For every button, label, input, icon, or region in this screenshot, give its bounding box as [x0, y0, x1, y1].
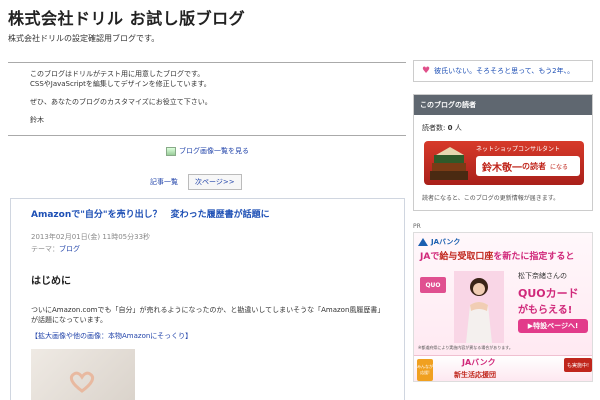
ad-bottom-brand: JAバンク [462, 358, 496, 367]
banner-subtitle: ネットショップコンサルタント [476, 146, 561, 153]
article-date: 2013年02月01日(金) 11時05分33秒 [31, 233, 151, 241]
article-title[interactable]: Amazonで"自分"を売り出し？ 変わった履歴書が話題に [31, 207, 404, 220]
article-theme: テーマ：ブログ [31, 244, 404, 254]
ad-bottom-badge: も実施中! [564, 358, 592, 372]
intro-line: このブログはドリルがテスト用に用意したブログです。 [30, 70, 205, 78]
heart-hands-icon [69, 371, 95, 393]
article-body: が話題になっています。 [31, 316, 107, 324]
ja-bank-ad[interactable]: JAバンク JAで給与受取口座を新たに指定すると QUO 松下奈緒さんの QUO… [413, 232, 593, 382]
pager: 記事一覧 次ページ>> [150, 174, 242, 190]
banner-suffix: の読者 [522, 161, 546, 171]
pr-label: PR [413, 223, 421, 230]
blog-title[interactable]: 株式会社ドリル お試し版ブログ [8, 8, 588, 30]
page: 株式会社ドリル お試し版ブログ 株式会社ドリルの設定確認用ブログです。 このブロ… [0, 0, 600, 400]
intro-message: このブログはドリルがテスト用に用意したブログです。 CSSやJavaScript… [8, 62, 406, 136]
article: Amazonで"自分"を売り出し？ 変わった履歴書が話題に 2013年02月01… [10, 198, 405, 400]
readers-widget: このブログの読者 読者数: 0 人 ネットショップコンサルタント 鈴木敬一 の読… [413, 94, 593, 211]
theme-prefix: テーマ： [31, 245, 59, 253]
heart-icon: ♥ [422, 66, 431, 76]
ad-bottom-main: 新生活応援団 [454, 371, 496, 379]
become-reader-banner[interactable]: ネットショップコンサルタント 鈴木敬一 の読者 になる [424, 141, 584, 185]
ad-card-name: QUOカード [518, 287, 579, 300]
intro-line: ぜひ、あなたのブログのカスタマイズにお役立て下さい。 [30, 98, 212, 106]
readers-note: 読者になると、このブログの更新情報が届きます。 [422, 195, 560, 202]
sidebar-message-link[interactable]: ♥ 彼氏いない。そろそろと思って、もう2年、。 [413, 60, 593, 82]
quo-badge: QUO [420, 277, 446, 293]
image-list-link[interactable]: ブログ画像一覧を見る [166, 146, 249, 156]
readers-count: 読者数: 0 人 [414, 115, 592, 139]
article-body: ついにAmazon.comでも「自分」が売れるようになったのか、と勘違いしてしま… [31, 306, 385, 314]
intro-line: CSSやJavaScriptを編集してデザインを修正しています。 [30, 80, 211, 88]
article-photo[interactable] [31, 349, 135, 400]
ad-headline-prefix: JAで [420, 252, 440, 262]
ad-headline-suffix: を新たに指定すると [493, 252, 575, 262]
image-icon [166, 146, 176, 156]
ad-get-text: がもらえる! [518, 305, 573, 316]
banner-name-box: 鈴木敬一 の読者 になる [476, 156, 580, 176]
readers-count-label: 読者数: [422, 124, 446, 132]
books-icon [430, 147, 468, 180]
model-photo [454, 271, 504, 343]
ad-fine-print: ※都道府県により実施内容が異なる場合があります。 [418, 345, 513, 350]
ad-cta-button[interactable]: ▶特設ページへ! [518, 319, 588, 333]
readers-count-value: 0 [447, 124, 453, 132]
intro-signature: 鈴木 [30, 116, 44, 124]
readers-heading: このブログの読者 [414, 95, 592, 115]
banner-suffix2: になる [550, 163, 569, 171]
section-heading: はじめに [31, 276, 71, 287]
ad-bottom-left-badge: みんなが応援! [417, 359, 433, 381]
article-list-link[interactable]: 記事一覧 [150, 177, 178, 187]
banner-name: 鈴木敬一 [482, 162, 522, 174]
ad-bottom-strip: みんなが応援! JAバンク 新生活応援団 も実施中! [414, 355, 592, 381]
readers-count-unit: 人 [454, 124, 462, 132]
ja-logo-icon [418, 238, 428, 246]
ad-headline-strong: 給与受取口座 [439, 252, 494, 262]
next-page-button[interactable]: 次ページ>> [188, 174, 242, 190]
blog-header: 株式会社ドリル お試し版ブログ 株式会社ドリルの設定確認用ブログです。 [8, 8, 588, 44]
theme-link[interactable]: ブログ [59, 245, 80, 253]
ad-person-name: 松下奈緒さんの [518, 272, 567, 280]
ad-brand-label: JAバンク [431, 238, 461, 246]
ad-brand: JAバンク [418, 237, 460, 247]
image-list-link-label: ブログ画像一覧を見る [179, 147, 249, 155]
sidebar-message-text: 彼氏いない。そろそろと思って、もう2年、。 [434, 67, 575, 75]
sidebar: ♥ 彼氏いない。そろそろと思って、もう2年、。 このブログの読者 読者数: 0 … [413, 60, 593, 382]
ad-headline: JAで給与受取口座を新たに指定すると [420, 249, 574, 262]
enlarge-image-link[interactable]: 【拡大画像や他の画像：本物Amazonにそっくり】 [31, 331, 404, 341]
blog-description: 株式会社ドリルの設定確認用ブログです。 [8, 34, 160, 43]
